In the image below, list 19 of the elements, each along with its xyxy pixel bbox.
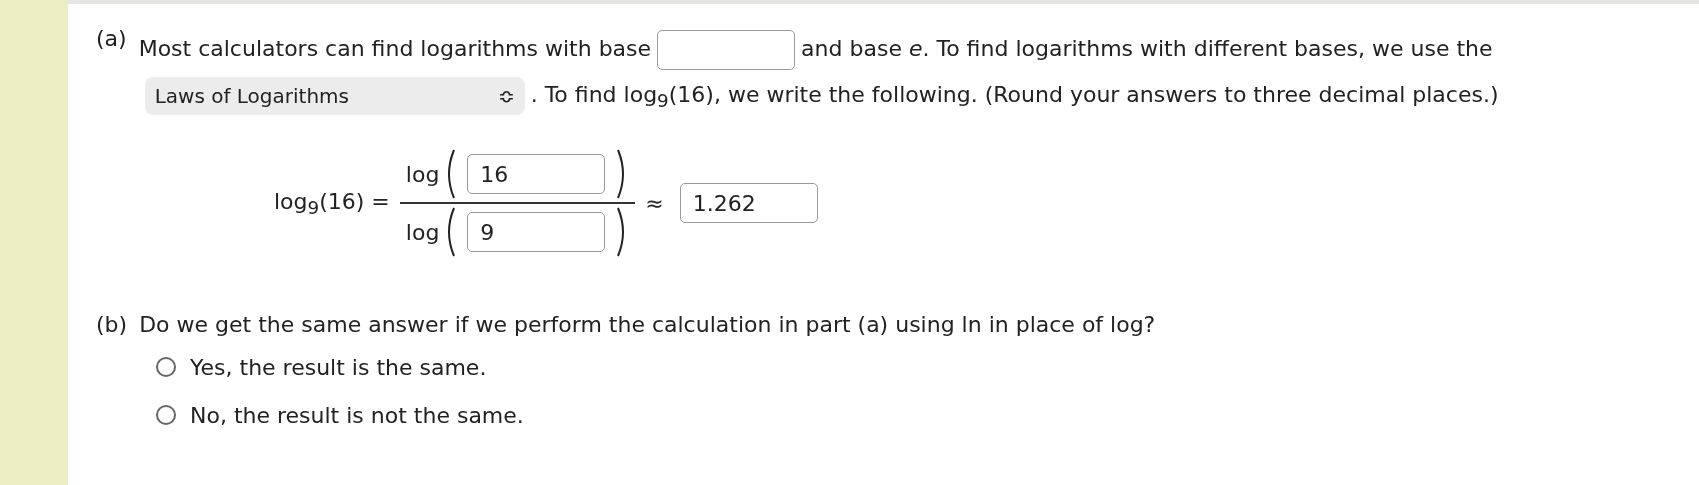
question-text: . To find log$_{9}$(16), we write the following. (Round your answers to three decimal places.) (530, 82, 1499, 107)
question-text: Most calculators can find logarithms with base (138, 36, 652, 61)
answer-field[interactable] (657, 30, 796, 70)
question-text: Do we get the same answer if we perform the calculation in part (a) using ln in place of log? (139, 312, 1156, 338)
answer-field[interactable]: 9 (467, 212, 606, 253)
log-text: log (405, 219, 440, 245)
answer-field[interactable]: 1.262 (679, 183, 818, 224)
answer-field[interactable]: 16 (467, 154, 606, 195)
question-text: and base e. To find logarithms with different bases, we use the (801, 36, 1493, 61)
part-label: (a) (96, 26, 127, 51)
option-label[interactable]: Yes, the result is the same. (190, 354, 487, 380)
radio-button[interactable] (156, 357, 176, 378)
option-label[interactable]: No, the result is not the same. (190, 402, 524, 428)
approx-sign: ≈ (645, 190, 664, 216)
log-text: log (405, 161, 440, 187)
dropdown[interactable]: Laws of Logarithms ≎ (144, 77, 525, 115)
part-label: (b) (96, 312, 128, 338)
radio-button[interactable] (156, 405, 176, 426)
equation-text: log$_{9}$(16) = (274, 188, 390, 219)
